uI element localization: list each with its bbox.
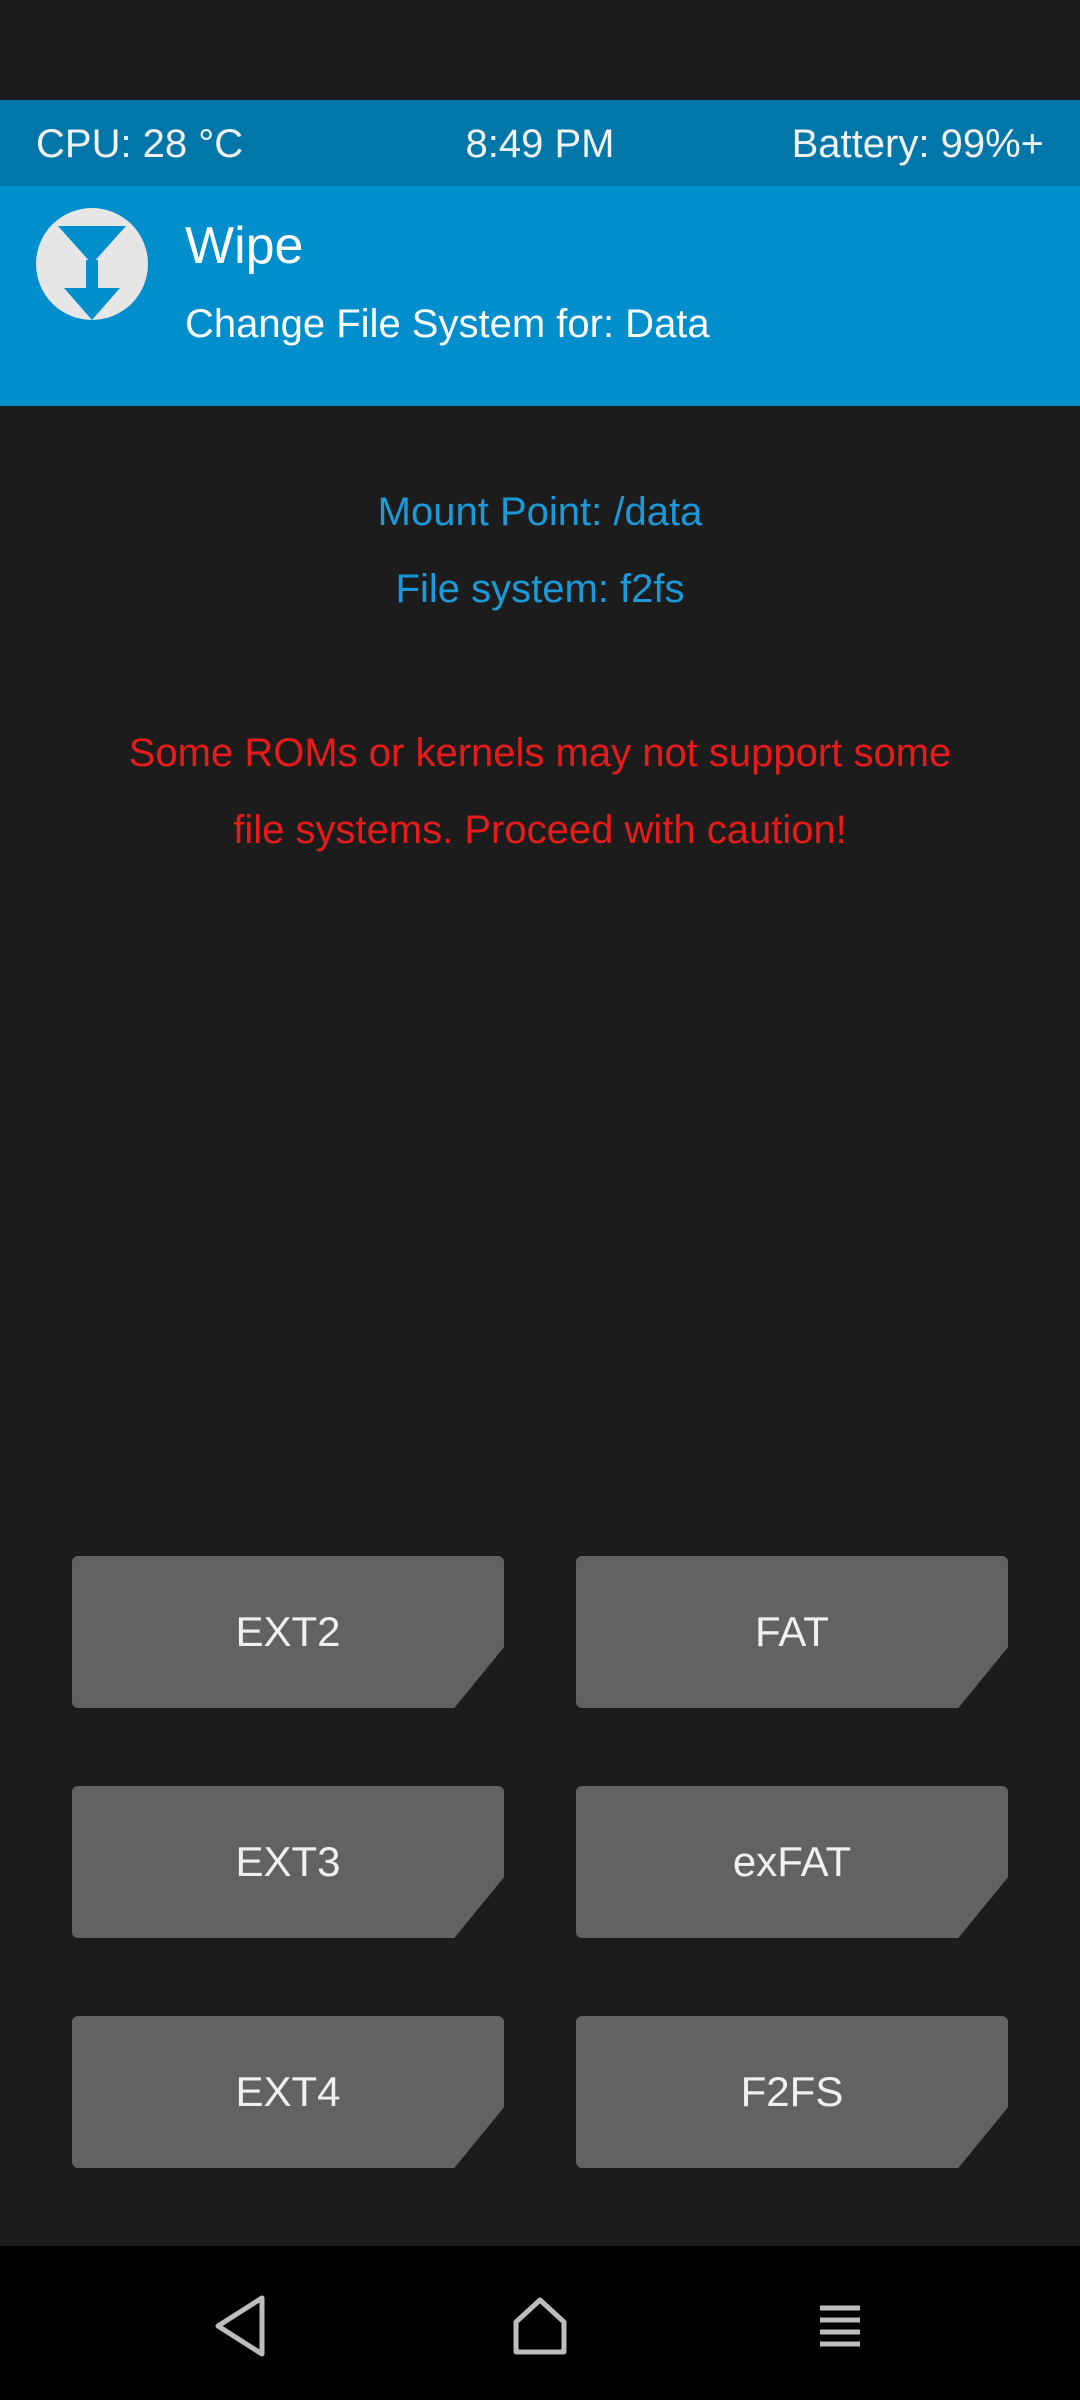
navigation-bar xyxy=(0,2246,1080,2400)
home-icon[interactable] xyxy=(500,2286,580,2366)
battery-status: Battery: 99%+ xyxy=(791,122,1044,166)
ext4-button[interactable]: EXT4 xyxy=(72,2016,504,2168)
status-bar: CPU: 28 °C 8:49 PM Battery: 99%+ xyxy=(0,100,1080,186)
f2fs-button[interactable]: F2FS xyxy=(576,2016,1008,2168)
fat-button[interactable]: FAT xyxy=(576,1556,1008,1708)
top-bar xyxy=(0,0,1080,100)
exfat-button[interactable]: exFAT xyxy=(576,1786,1008,1938)
twrp-logo-icon xyxy=(36,208,148,320)
ext3-button[interactable]: EXT3 xyxy=(72,1786,504,1938)
page-subtitle: Change File System for: Data xyxy=(185,302,710,346)
mount-point-label: Mount Point: /data xyxy=(377,490,703,534)
page-header: Wipe Change File System for: Data xyxy=(0,186,1080,406)
warning-message: Some ROMs or kernels may not support som… xyxy=(128,731,952,852)
menu-icon[interactable] xyxy=(800,2286,880,2366)
back-icon[interactable] xyxy=(200,2286,280,2366)
page-title: Wipe xyxy=(185,217,304,275)
file-system-label: File system: f2fs xyxy=(395,567,685,611)
ext2-button[interactable]: EXT2 xyxy=(72,1556,504,1708)
